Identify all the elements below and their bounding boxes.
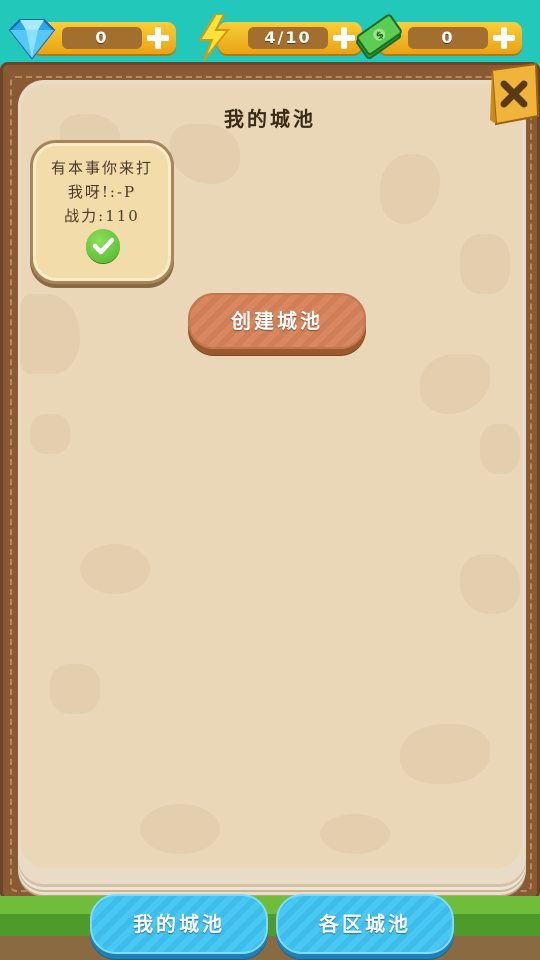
- tab-all-region-cities[interactable]: 各区城池: [276, 894, 454, 954]
- grass-ground: [0, 896, 540, 960]
- add-cash-button[interactable]: [492, 26, 516, 50]
- cash-value: 0: [408, 27, 488, 49]
- gems-value: 0: [62, 27, 142, 49]
- diamond-icon: [8, 19, 56, 60]
- panel-title: 我的城池: [224, 107, 316, 131]
- lightning-icon: [198, 14, 231, 61]
- city-motto-line2: 我呀!:-P: [67, 183, 137, 201]
- cash-icon: $: [356, 14, 402, 60]
- city-card[interactable]: 有本事你来打 我呀!:-P 战力:110: [30, 140, 174, 284]
- city-power: 战力:110: [64, 207, 140, 225]
- tab-my-cities[interactable]: 我的城池: [90, 894, 268, 954]
- city-motto-line1: 有本事你来打: [50, 159, 153, 177]
- close-icon[interactable]: [486, 62, 540, 128]
- checkmark-icon: [86, 229, 120, 263]
- add-gems-button[interactable]: [146, 26, 170, 50]
- create-city-button[interactable]: 创建城池: [188, 293, 366, 349]
- energy-value: 4/10: [248, 27, 328, 49]
